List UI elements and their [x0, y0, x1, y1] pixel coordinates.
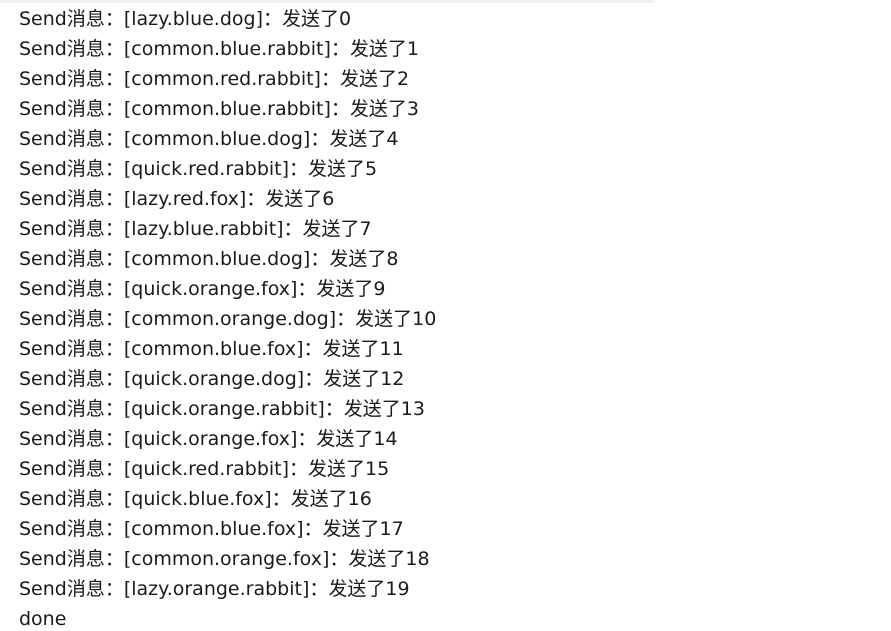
output-lines: Send消息：[lazy.blue.dog]：发送了0 Send消息：[comm…: [19, 4, 436, 631]
output-line: Send消息：[common.blue.dog]：发送了4: [19, 128, 399, 150]
output-line: Send消息：[common.orange.dog]：发送了10: [19, 308, 437, 330]
output-line: Send消息：[quick.orange.dog]：发送了12: [19, 368, 405, 390]
output-line: Send消息：[quick.red.rabbit]：发送了5: [19, 158, 378, 180]
output-line: Send消息：[common.orange.fox]：发送了18: [19, 548, 430, 570]
output-line: Send消息：[quick.orange.fox]：发送了14: [19, 428, 398, 450]
output-line: Send消息：[common.blue.rabbit]：发送了3: [19, 98, 419, 120]
top-divider: [0, 0, 655, 3]
output-line: Send消息：[common.blue.rabbit]：发送了1: [19, 38, 419, 60]
output-line: Send消息：[quick.orange.rabbit]：发送了13: [19, 398, 425, 420]
output-line: Send消息：[common.red.rabbit]：发送了2: [19, 68, 410, 90]
output-line: Send消息：[quick.orange.fox]：发送了9: [19, 278, 386, 300]
output-line-done: done: [19, 608, 67, 630]
output-line: Send消息：[common.blue.dog]：发送了8: [19, 248, 399, 270]
output-line: Send消息：[lazy.red.fox]：发送了6: [19, 188, 335, 210]
output-line: Send消息：[quick.blue.fox]：发送了16: [19, 488, 372, 510]
output-line: Send消息：[quick.red.rabbit]：发送了15: [19, 458, 390, 480]
output-line: Send消息：[lazy.orange.rabbit]：发送了19: [19, 578, 410, 600]
output-line: Send消息：[lazy.blue.dog]：发送了0: [19, 8, 352, 30]
output-line: Send消息：[common.blue.fox]：发送了11: [19, 338, 404, 360]
console-output-panel: Send消息：[lazy.blue.dog]：发送了0 Send消息：[comm…: [0, 0, 891, 631]
output-line: Send消息：[lazy.blue.rabbit]：发送了7: [19, 218, 372, 240]
output-line: Send消息：[common.blue.fox]：发送了17: [19, 518, 404, 540]
